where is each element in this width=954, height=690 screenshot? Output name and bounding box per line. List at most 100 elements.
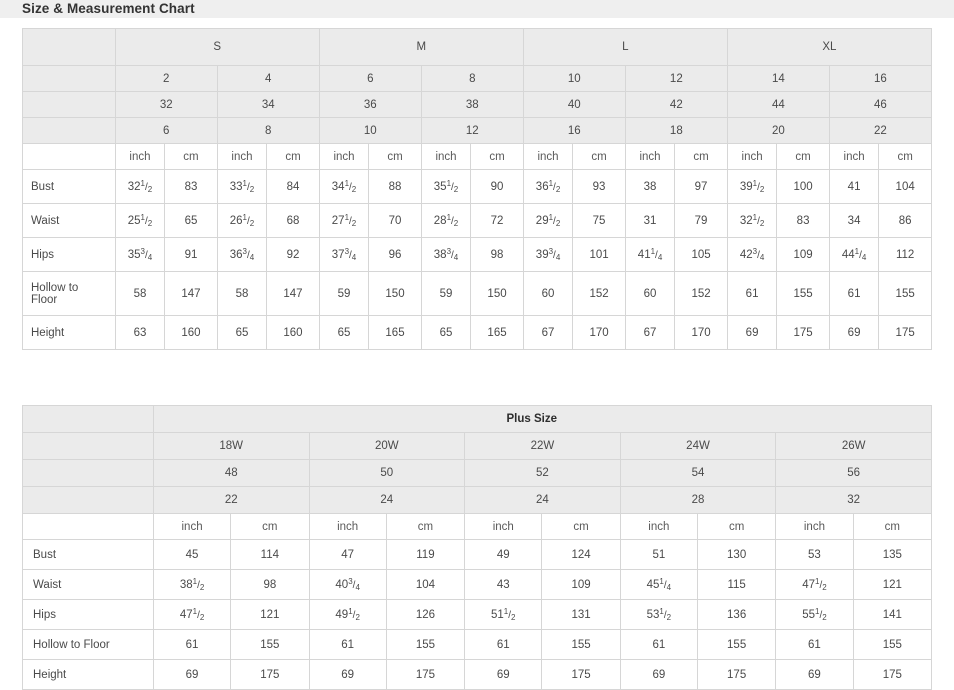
plus-unit-cm: cm	[852, 513, 933, 540]
measure-value: 61	[152, 629, 232, 660]
plus-europe-size-label	[22, 459, 154, 487]
table-row: Hollow to Floor 61 155 61 155 61 155 61 155 61 155	[22, 629, 933, 660]
standard-uk-size-value: 12	[420, 117, 524, 144]
plus-us-size-value: 20W	[308, 432, 466, 460]
table-row: Height 63 160 65 160 65 165 65 165 67 170 67 170 69 17…	[22, 315, 932, 350]
standard-size-group-xl: XL	[726, 28, 933, 66]
measure-value: 391/2	[726, 169, 778, 204]
plus-us-size-value: 22W	[464, 432, 621, 460]
standard-us-size-value: 2	[114, 65, 218, 92]
measure-value: 34	[828, 203, 880, 238]
measure-value: 51	[619, 539, 698, 570]
plus-europe-size-row: 48 50 52 54 56	[22, 459, 932, 487]
measure-value: 175	[852, 659, 933, 690]
standard-uk-size-value: 8	[216, 117, 320, 144]
measure-value: 130	[696, 539, 777, 570]
standard-unit-inch: inch	[216, 143, 268, 170]
measure-value: 160	[164, 315, 218, 350]
measure-value: 69	[726, 315, 778, 350]
standard-unit-inch: inch	[114, 143, 166, 170]
measure-value: 105	[674, 237, 728, 272]
measure-value: 84	[266, 169, 320, 204]
standard-us-size-value: 14	[726, 65, 830, 92]
measure-value: 61	[775, 629, 854, 660]
measure-value: 97	[674, 169, 728, 204]
charts-container: S M L XL 2 4 6 8 10 12 14 16 32 34 36 38 40 42 44 46 6 8 10 12 1…	[0, 28, 954, 690]
standard-measure-label-height: Height	[22, 315, 116, 350]
measure-value: 75	[572, 203, 626, 238]
measure-value: 175	[776, 315, 830, 350]
plus-unit-inch: inch	[308, 513, 387, 540]
standard-us-size-value: 6	[318, 65, 422, 92]
measure-value: 155	[852, 629, 933, 660]
measure-value: 43	[464, 569, 543, 600]
table-row: Waist 251/2 65 261/2 68 271/2 70 281/2 72 291/2 75…	[22, 203, 932, 238]
plus-header-row: Plus Size	[22, 405, 933, 433]
table-row: Height 69 175 69 175 69 175 69 175 69 175	[22, 659, 933, 690]
standard-unit-cm: cm	[572, 143, 626, 170]
standard-unit-cm: cm	[878, 143, 932, 170]
measure-value: 41	[828, 169, 880, 204]
standard-unit-cm: cm	[368, 143, 422, 170]
measure-value: 58	[216, 271, 268, 316]
measure-value: 160	[266, 315, 320, 350]
measure-value: 155	[230, 629, 310, 660]
plus-measure-label-hips: Hips	[22, 599, 154, 630]
plus-unit-inch: inch	[775, 513, 854, 540]
standard-us-size-value: 4	[216, 65, 320, 92]
measure-value: 86	[878, 203, 932, 238]
standard-uk-size-value: 22	[828, 117, 933, 144]
plus-size-table: Plus Size 18W 20W 22W 24W 26W 48 50 52 54 56 22 24 24…	[22, 405, 933, 690]
plus-europe-size-value: 50	[308, 459, 466, 487]
standard-unit-row-spacer	[22, 143, 116, 170]
plus-uk-size-value: 24	[464, 486, 621, 514]
standard-unit-inch: inch	[726, 143, 778, 170]
measure-value: 59	[420, 271, 472, 316]
measure-value: 61	[464, 629, 543, 660]
measure-value: 135	[852, 539, 933, 570]
measure-value: 531/2	[619, 599, 698, 630]
measure-value: 45	[152, 539, 232, 570]
measure-value: 155	[878, 271, 932, 316]
measure-value: 68	[266, 203, 320, 238]
standard-uk-size-row: 6 8 10 12 16 18 20 22	[22, 117, 933, 144]
measure-value: 131	[541, 599, 621, 630]
measure-value: 49	[464, 539, 543, 570]
measure-value: 155	[696, 629, 777, 660]
measure-value: 152	[674, 271, 728, 316]
measure-value: 411/4	[624, 237, 676, 272]
table-row: Hips 353/4 91 363/4 92 373/4 96 383/4 98 393/4 101…	[22, 237, 932, 272]
measure-value: 69	[464, 659, 543, 690]
plus-uk-size-value: 22	[152, 486, 310, 514]
measure-value: 141	[852, 599, 933, 630]
standard-europe-size-value: 32	[114, 91, 218, 118]
measure-value: 114	[230, 539, 310, 570]
measure-value: 69	[152, 659, 232, 690]
measure-value: 72	[470, 203, 524, 238]
plus-europe-size-value: 52	[464, 459, 621, 487]
measure-value: 147	[164, 271, 218, 316]
measure-value: 65	[216, 315, 268, 350]
measure-value: 175	[878, 315, 932, 350]
measure-value: 423/4	[726, 237, 778, 272]
standard-us-size-row: 2 4 6 8 10 12 14 16	[22, 65, 933, 92]
measure-value: 170	[572, 315, 626, 350]
measure-value: 403/4	[308, 569, 387, 600]
measure-value: 175	[385, 659, 466, 690]
measure-value: 155	[776, 271, 830, 316]
standard-measure-label-waist: Waist	[22, 203, 116, 238]
measure-value: 101	[572, 237, 626, 272]
plus-measure-label-waist: Waist	[22, 569, 154, 600]
measure-value: 98	[230, 569, 310, 600]
measure-value: 53	[775, 539, 854, 570]
standard-size-group-s: S	[114, 28, 320, 66]
measure-value: 155	[385, 629, 466, 660]
measure-value: 165	[470, 315, 524, 350]
standard-standard-size-label	[22, 28, 116, 66]
measure-value: 67	[624, 315, 676, 350]
measure-value: 61	[726, 271, 778, 316]
measure-value: 58	[114, 271, 166, 316]
measure-value: 381/2	[152, 569, 232, 600]
measure-value: 351/2	[420, 169, 472, 204]
measure-value: 92	[266, 237, 320, 272]
